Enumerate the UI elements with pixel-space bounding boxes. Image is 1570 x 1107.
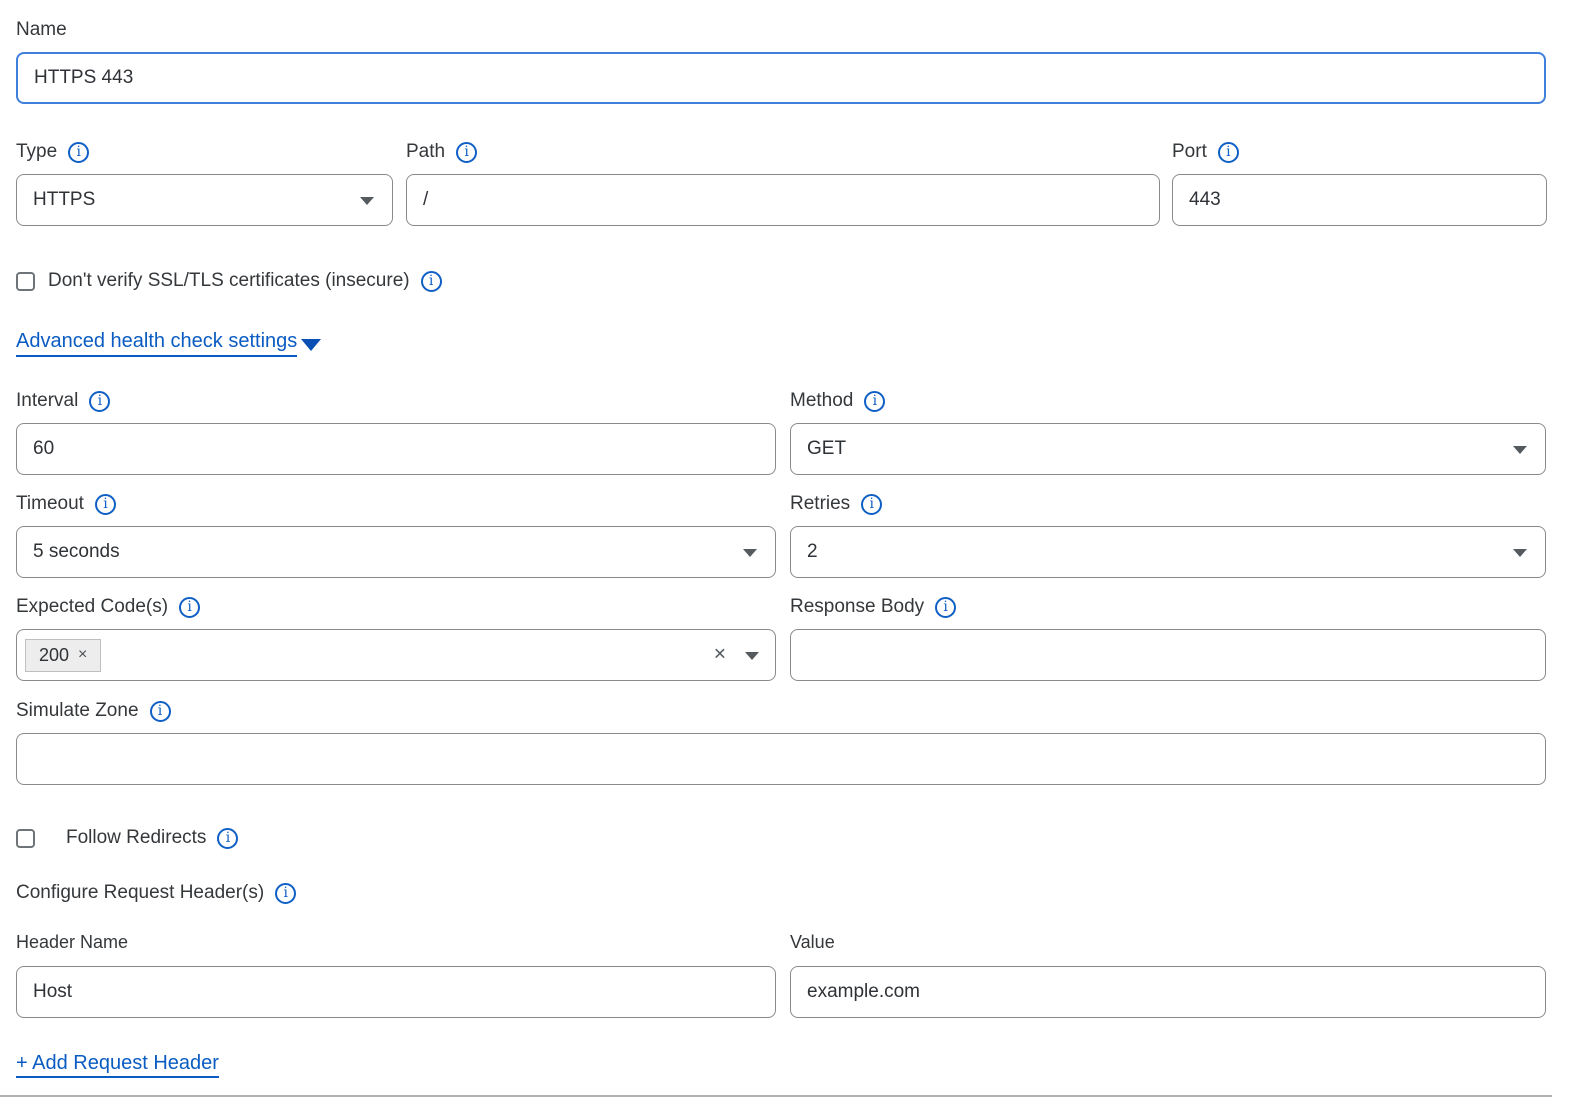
header-value-field: Value	[790, 930, 1546, 1018]
add-header-row: + Add Request Header	[16, 1052, 1546, 1075]
response-body-info-icon[interactable]: i	[935, 597, 956, 618]
expected-codes-info-icon[interactable]: i	[179, 597, 200, 618]
simulate-zone-field: Simulate Zone i	[16, 699, 1546, 785]
retries-label: Retries	[790, 493, 850, 515]
chevron-down-icon	[743, 549, 757, 557]
name-label: Name	[16, 19, 67, 41]
tag-remove-icon[interactable]: ×	[78, 646, 87, 664]
method-field: Method i GET	[790, 389, 1546, 475]
health-check-form: Name Type i HTTPS Path i Port i	[0, 0, 1570, 1097]
method-select-value: GET	[807, 438, 846, 460]
interval-info-icon[interactable]: i	[89, 391, 110, 412]
expected-code-tag: 200 ×	[25, 639, 101, 672]
expected-code-tag-value: 200	[39, 645, 69, 666]
type-label: Type	[16, 141, 57, 163]
interval-field: Interval i	[16, 389, 776, 475]
retries-info-icon[interactable]: i	[861, 494, 882, 515]
port-field: Port i	[1172, 140, 1547, 226]
type-select[interactable]: HTTPS	[16, 174, 393, 226]
expected-codes-field: Expected Code(s) i 200 × ×	[16, 595, 776, 681]
timeout-label: Timeout	[16, 493, 84, 515]
expected-codes-multiselect[interactable]: 200 × ×	[16, 629, 776, 681]
ssl-verify-label: Don't verify SSL/TLS certificates (insec…	[48, 270, 410, 292]
expected-codes-label: Expected Code(s)	[16, 596, 168, 618]
section-divider	[0, 1095, 1552, 1097]
header-value-label: Value	[790, 932, 835, 953]
timeout-field: Timeout i 5 seconds	[16, 492, 776, 578]
chevron-down-icon	[1513, 549, 1527, 557]
interval-input[interactable]	[16, 423, 776, 475]
simulate-zone-label: Simulate Zone	[16, 700, 139, 722]
advanced-settings-row: Advanced health check settings	[16, 330, 1546, 357]
timeout-select[interactable]: 5 seconds	[16, 526, 776, 578]
header-name-label: Header Name	[16, 932, 128, 953]
add-request-header-link[interactable]: + Add Request Header	[16, 1052, 219, 1078]
simulate-zone-input[interactable]	[16, 733, 1546, 785]
request-headers-info-icon[interactable]: i	[275, 883, 296, 904]
name-input[interactable]	[16, 52, 1546, 104]
caret-down-icon[interactable]	[301, 339, 321, 351]
port-info-icon[interactable]: i	[1218, 142, 1239, 163]
timeout-info-icon[interactable]: i	[95, 494, 116, 515]
response-body-input[interactable]	[790, 629, 1546, 681]
simulate-zone-info-icon[interactable]: i	[150, 701, 171, 722]
chevron-down-icon[interactable]	[745, 652, 759, 660]
ssl-verify-checkbox[interactable]	[16, 272, 35, 291]
response-body-label: Response Body	[790, 596, 924, 618]
request-headers-label: Configure Request Header(s)	[16, 882, 264, 904]
chevron-down-icon	[360, 197, 374, 205]
type-info-icon[interactable]: i	[68, 142, 89, 163]
response-body-field: Response Body i	[790, 595, 1546, 681]
path-label: Path	[406, 141, 445, 163]
header-name-field: Header Name	[16, 930, 776, 1018]
retries-field: Retries i 2	[790, 492, 1546, 578]
clear-all-icon[interactable]: ×	[714, 644, 726, 665]
ssl-verify-info-icon[interactable]: i	[421, 271, 442, 292]
follow-redirects-label: Follow Redirects	[66, 827, 206, 849]
type-field: Type i HTTPS	[16, 140, 393, 226]
port-label: Port	[1172, 141, 1207, 163]
retries-select-value: 2	[807, 541, 818, 563]
follow-redirects-row: Follow Redirects i	[16, 827, 1546, 849]
port-input[interactable]	[1172, 174, 1547, 226]
request-headers-section: Configure Request Header(s) i	[16, 882, 1546, 904]
header-name-input[interactable]	[16, 966, 776, 1018]
path-input[interactable]	[406, 174, 1160, 226]
path-info-icon[interactable]: i	[456, 142, 477, 163]
method-label: Method	[790, 390, 853, 412]
chevron-down-icon	[1513, 446, 1527, 454]
name-label-row: Name	[16, 18, 1546, 42]
method-info-icon[interactable]: i	[864, 391, 885, 412]
path-field: Path i	[406, 140, 1160, 226]
request-header-row: Header Name Value	[16, 930, 1546, 1018]
follow-redirects-info-icon[interactable]: i	[217, 828, 238, 849]
type-select-value: HTTPS	[33, 189, 95, 211]
header-value-input[interactable]	[790, 966, 1546, 1018]
follow-redirects-checkbox[interactable]	[16, 829, 35, 848]
retries-select[interactable]: 2	[790, 526, 1546, 578]
type-path-port-row: Type i HTTPS Path i Port i	[16, 140, 1546, 226]
ssl-verify-row: Don't verify SSL/TLS certificates (insec…	[16, 270, 1546, 292]
advanced-settings-link[interactable]: Advanced health check settings	[16, 330, 297, 357]
method-select[interactable]: GET	[790, 423, 1546, 475]
advanced-fields-grid: Interval i Method i GET Timeout i 5 seco…	[16, 389, 1546, 681]
interval-label: Interval	[16, 390, 78, 412]
timeout-select-value: 5 seconds	[33, 541, 120, 563]
